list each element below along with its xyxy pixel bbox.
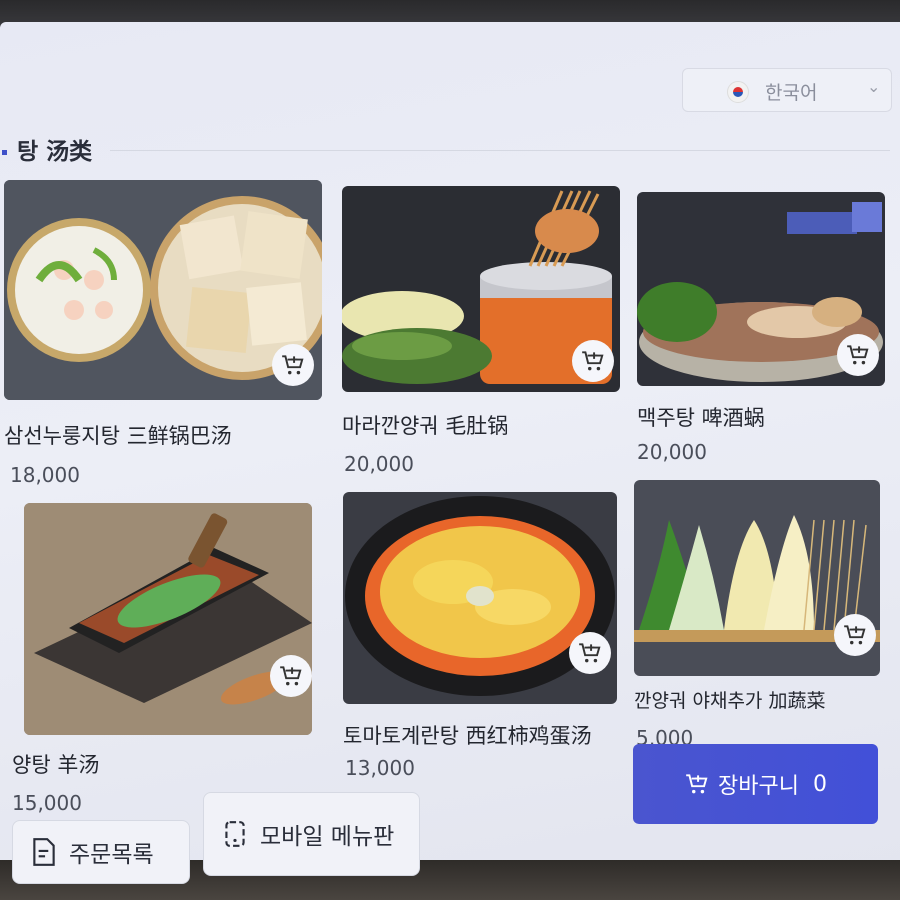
menu-item-price: 20,000 [637, 440, 707, 464]
cart-button[interactable]: 장바구니 0 [633, 744, 878, 824]
mobile-menu-button[interactable]: 모바일 메뉴판 [203, 792, 420, 876]
menu-item-price: 20,000 [344, 452, 414, 476]
section-marker [2, 150, 7, 155]
menu-item-card[interactable]: 마라깐양궈 毛肚锅 20,000 [342, 186, 620, 486]
order-list-label: 주문목록 [69, 842, 154, 868]
menu-item-name: 삼선누룽지탕 三鲜锅巴汤 [4, 424, 232, 448]
menu-item-name: 맥주탕 啤酒蜗 [637, 406, 765, 430]
cart-label: 장바구니 [718, 774, 799, 799]
document-icon [33, 838, 55, 866]
cart-icon [686, 774, 708, 794]
menu-item-price: 18,000 [10, 463, 80, 487]
menu-item-image [343, 492, 617, 704]
section-title: 탕 汤类 [2, 132, 92, 166]
menu-item-name: 깐양궈 야채추가 加蔬菜 [634, 690, 826, 712]
add-to-cart-icon[interactable] [837, 334, 879, 376]
language-select[interactable]: 한국어 ⌄ [682, 68, 892, 112]
section-title-text: 탕 汤类 [17, 139, 93, 165]
cart-count: 0 [812, 771, 827, 797]
add-to-cart-icon[interactable] [272, 344, 314, 386]
menu-item-name: 양탕 羊汤 [12, 753, 100, 777]
menu-item-name: 마라깐양궈 毛肚锅 [342, 414, 509, 438]
menu-item-card[interactable]: 토마토계란탕 西红柿鸡蛋汤 13,000 [343, 492, 617, 792]
menu-item-price: 15,000 [12, 791, 82, 815]
section-divider [110, 150, 890, 151]
order-list-button[interactable]: 주문목록 [12, 820, 190, 884]
menu-item-name: 토마토계란탕 西红柿鸡蛋汤 [343, 724, 592, 748]
add-to-cart-icon[interactable] [569, 632, 611, 674]
add-to-cart-icon[interactable] [572, 340, 614, 382]
menu-item-card[interactable]: 삼선누룽지탕 三鲜锅巴汤 18,000 [4, 180, 322, 500]
menu-item-card[interactable]: 깐양궈 야채추가 加蔬菜 5,000 [634, 480, 882, 752]
mobile-menu-label: 모바일 메뉴판 [260, 824, 395, 850]
menu-item-price: 13,000 [345, 756, 415, 780]
korea-flag-icon [727, 81, 749, 103]
chevron-down-icon: ⌄ [867, 77, 881, 96]
language-label: 한국어 [765, 82, 818, 104]
menu-item-card[interactable]: 양탕 羊汤 15,000 [12, 503, 312, 823]
add-to-cart-icon[interactable] [270, 655, 312, 697]
menu-item-image [24, 503, 312, 735]
menu-item-card[interactable]: 맥주탕 啤酒蜗 20,000 [637, 192, 885, 472]
add-to-cart-icon[interactable] [834, 614, 876, 656]
mobile-scan-icon [225, 821, 245, 847]
